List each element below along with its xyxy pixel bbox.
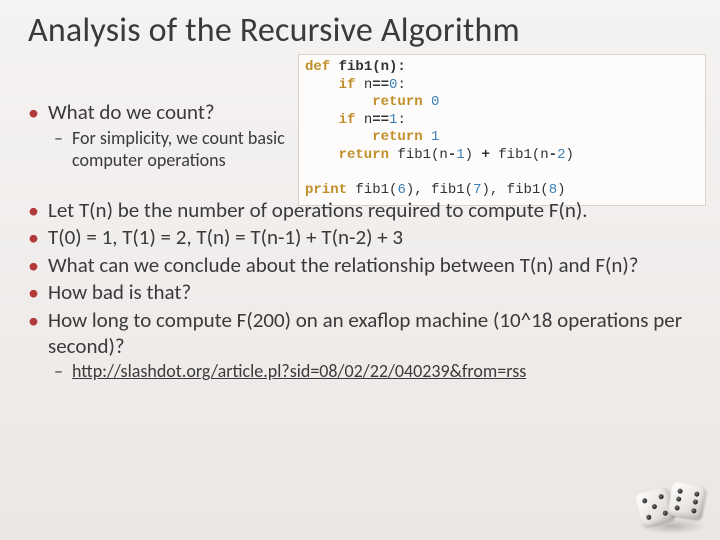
- bullet-text: What do we count?: [48, 99, 215, 125]
- bullet-item: What do we count? For simplicity, we cou…: [26, 100, 296, 172]
- code-text: :: [397, 77, 405, 93]
- sub-bullet-list: http://slashdot.org/article.pl?sid=08/02…: [48, 361, 698, 383]
- bullet-item: How long to compute F(200) on an exaflop…: [26, 308, 698, 383]
- sub-bullet-list: For simplicity, we count basic computer …: [48, 128, 296, 172]
- link-text[interactable]: http://slashdot.org/article.pl?sid=08/02…: [72, 360, 526, 382]
- bullet-item: What can we conclude about the relations…: [26, 253, 698, 279]
- bullet-text: How long to compute F(200) on an exaflop…: [48, 307, 682, 359]
- code-text: n: [355, 77, 372, 93]
- slide-title: Analysis of the Recursive Algorithm: [0, 0, 720, 51]
- die-icon: [667, 481, 706, 520]
- sub-bullet-item: For simplicity, we count basic computer …: [48, 128, 296, 172]
- code-kw: if: [305, 77, 355, 93]
- code-op: ==: [372, 77, 389, 93]
- bullet-item: How bad is that?: [26, 280, 698, 306]
- bullet-item: T(0) = 1, T(1) = 2, T(n) = T(n-1) + T(n-…: [26, 225, 698, 251]
- bullet-item: Let T(n) be the number of operations req…: [26, 198, 698, 224]
- bullet-list: What do we count? For simplicity, we cou…: [26, 100, 698, 383]
- code-text: fib1(n):: [330, 59, 406, 75]
- sub-bullet-item: http://slashdot.org/article.pl?sid=08/02…: [48, 361, 698, 383]
- dice-decoration: [632, 470, 712, 536]
- code-kw: def: [305, 59, 330, 75]
- slide-body: What do we count? For simplicity, we cou…: [26, 100, 698, 385]
